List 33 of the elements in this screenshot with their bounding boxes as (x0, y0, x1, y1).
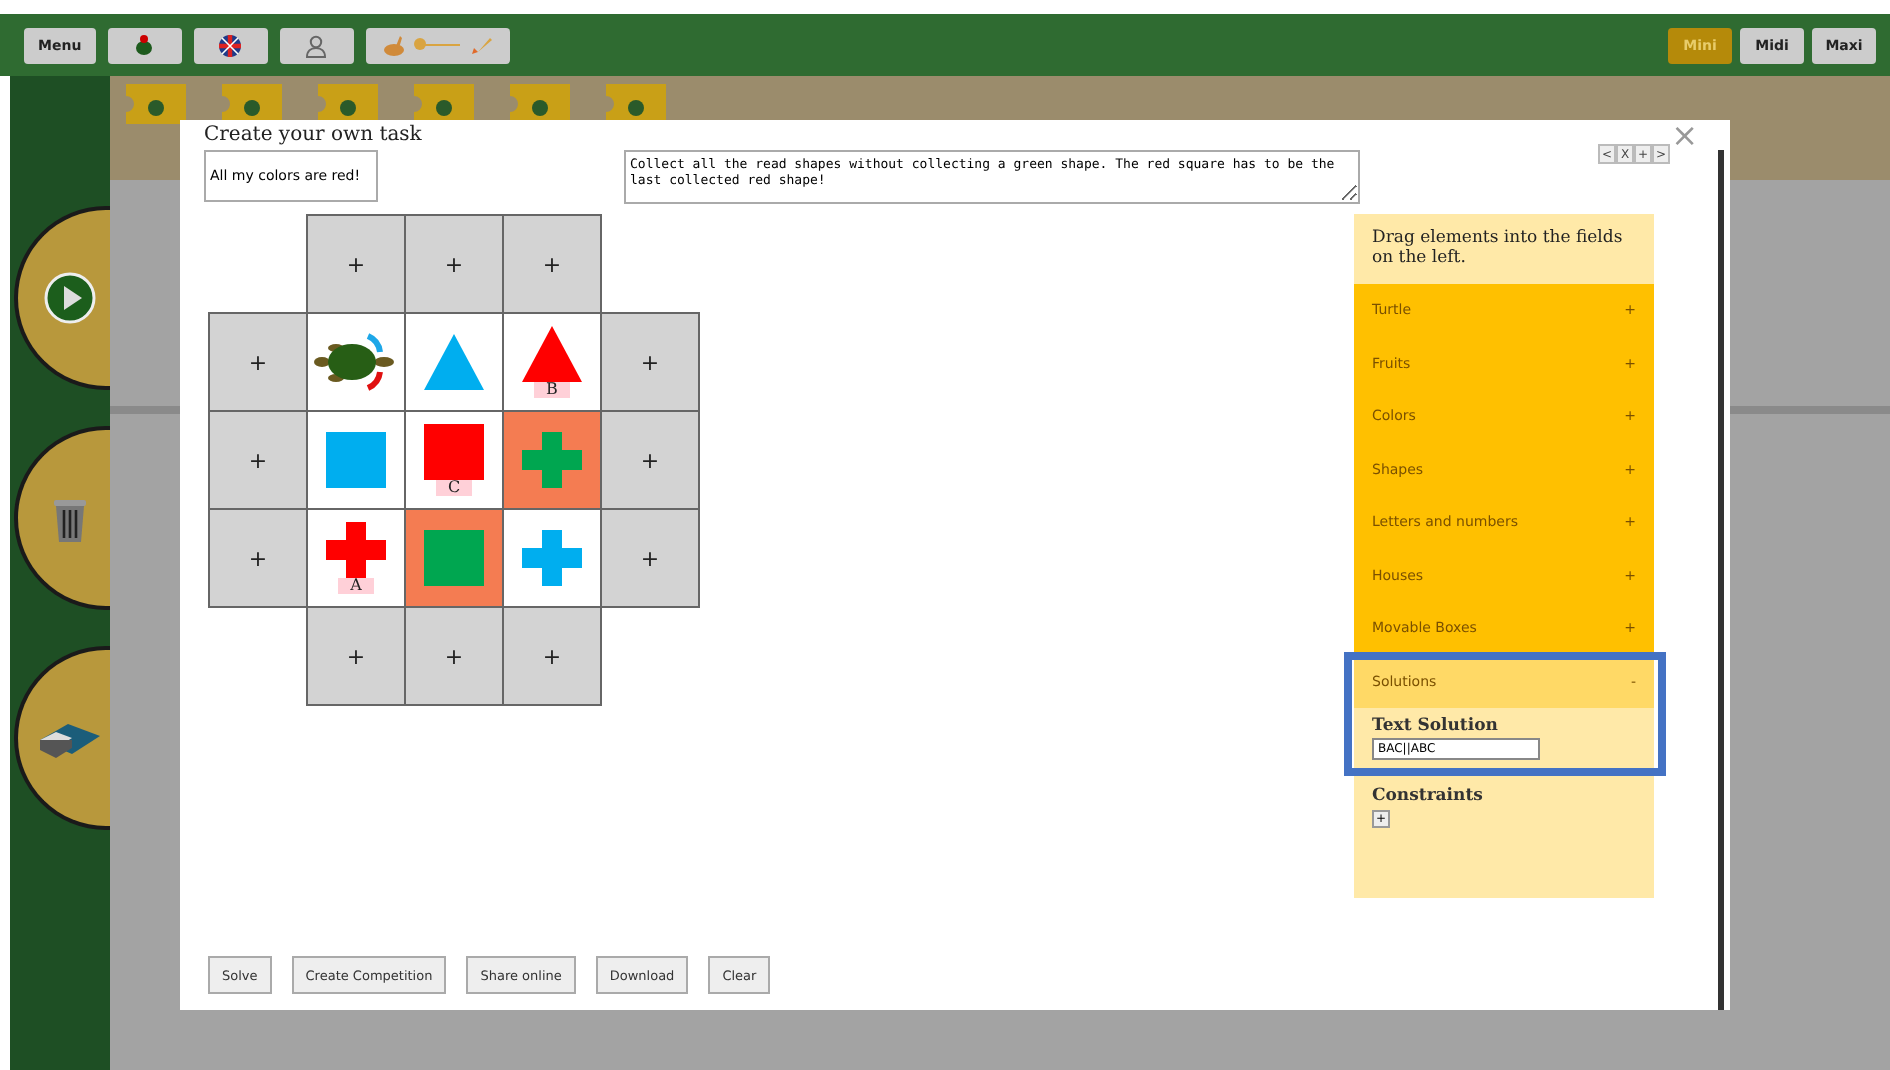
add-cell[interactable]: + (404, 214, 504, 314)
add-cell[interactable]: + (306, 214, 406, 314)
play-icon (44, 272, 96, 324)
user-button[interactable] (279, 27, 354, 63)
add-cell[interactable]: + (208, 508, 308, 608)
add-cell[interactable]: + (404, 606, 504, 706)
add-cell[interactable]: + (502, 606, 602, 706)
constraints-label: Constraints (1372, 786, 1483, 806)
highlighted-cell[interactable] (502, 410, 602, 510)
code-block-icon[interactable] (510, 84, 570, 124)
dialog-title: Create your own task (204, 124, 422, 146)
add-cell[interactable]: + (502, 214, 602, 314)
field-label: Text Solution (1372, 716, 1498, 736)
code-block-icon[interactable] (606, 84, 666, 124)
language-button[interactable] (193, 27, 268, 63)
code-block-icon[interactable] (222, 84, 282, 124)
person-icon (304, 33, 329, 57)
code-block-icon[interactable] (414, 84, 474, 124)
flag-icon (218, 33, 243, 57)
add-cell[interactable]: + (208, 410, 308, 510)
turtle-button[interactable] (107, 27, 182, 63)
highlighted-cell[interactable] (404, 508, 504, 608)
add-cell[interactable]: + (600, 410, 700, 510)
add-cell[interactable]: + (600, 508, 700, 608)
shape-label: B (534, 382, 570, 398)
shape-label: A (338, 578, 374, 594)
palette-hint: Drag elements into the fields on the left. (1370, 226, 1625, 272)
add-cell[interactable]: + (208, 312, 308, 412)
shape-label: C (435, 480, 473, 496)
code-block-icon[interactable] (318, 84, 378, 124)
add-cell[interactable]: + (306, 606, 406, 706)
add-cell[interactable]: + (600, 312, 700, 412)
code-block-icon[interactable] (126, 84, 186, 124)
